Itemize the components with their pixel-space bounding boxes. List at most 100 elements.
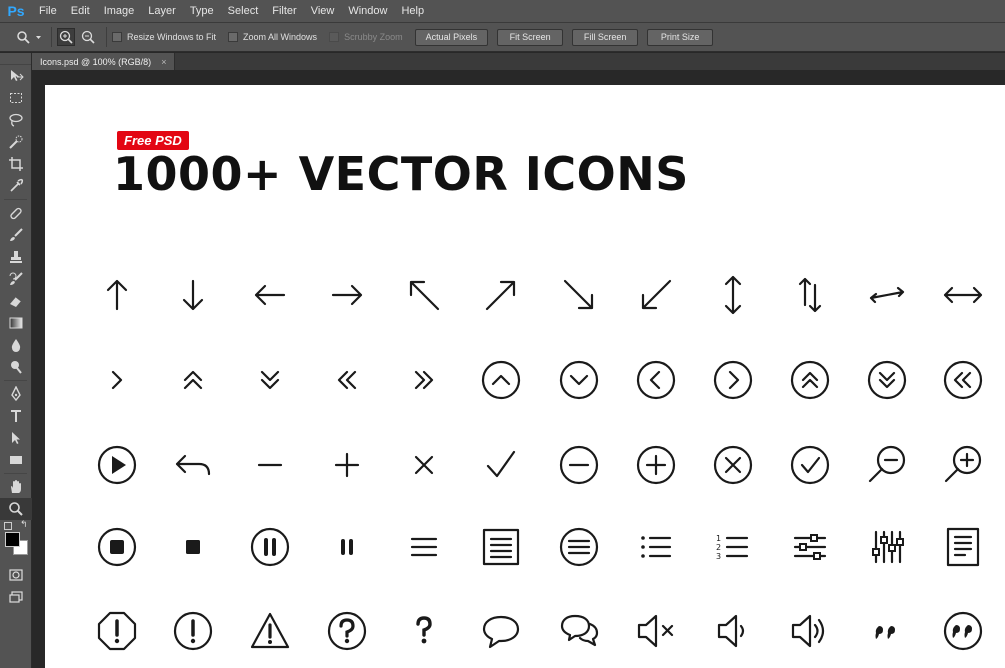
rectangle-tool-icon: [10, 456, 22, 464]
brush-tool-button[interactable]: [0, 224, 32, 246]
octagon-alert-icon: [97, 611, 137, 651]
print-size-button[interactable]: Print Size: [647, 28, 714, 46]
document-tab-title: Icons.psd @ 100% (RGB/8): [40, 56, 152, 67]
swap-colors-icon[interactable]: ↰: [20, 520, 28, 530]
lasso-tool-button[interactable]: [0, 109, 32, 131]
circle-chevron-up-icon: [481, 360, 521, 400]
speech-bubble-icon: [482, 615, 520, 649]
circle-stop-icon: [97, 527, 137, 567]
clone-stamp-tool-button[interactable]: [0, 246, 32, 268]
checkbox-label: Scrubby Zoom: [344, 32, 403, 42]
document-list-icon: [482, 528, 520, 566]
menu-select[interactable]: Select: [221, 0, 266, 23]
panel-grip[interactable]: [0, 53, 31, 65]
blur-tool-button[interactable]: [0, 334, 32, 356]
menu-help[interactable]: Help: [394, 0, 431, 23]
fit-screen-button[interactable]: Fit Screen: [497, 28, 564, 46]
circle-minus-icon: [559, 445, 599, 485]
checkbox-box[interactable]: [228, 32, 239, 42]
history-brush-tool-button[interactable]: [0, 268, 32, 290]
sliders-vertical-icon: [872, 530, 904, 564]
quote-icon: [875, 626, 895, 639]
marquee-tool-button[interactable]: [0, 87, 32, 109]
screen-mode-button[interactable]: [0, 586, 32, 608]
menu-type[interactable]: Type: [183, 0, 221, 23]
crop-tool-button[interactable]: [0, 153, 32, 175]
circle-question-icon: [327, 611, 367, 651]
photoshop-logo[interactable]: Ps: [0, 0, 32, 23]
zoom-in-icon: [944, 445, 982, 483]
circle-chevron-down-icon: [559, 360, 599, 400]
menu-icon: [410, 537, 438, 557]
circle-chevron-right-icon: [713, 360, 753, 400]
options-bar: Resize Windows to Fit Zoom All Windows Scr…: [0, 23, 1005, 52]
menu-view[interactable]: View: [304, 0, 342, 23]
zoom-tool-button[interactable]: [0, 498, 32, 520]
canvas-area[interactable]: Free PSD 1000+ VECTOR ICONS 123: [33, 70, 1005, 668]
quick-mask-icon: [9, 569, 23, 581]
actual-pixels-button[interactable]: Actual Pixels: [414, 28, 489, 46]
pen-tool-button[interactable]: [0, 383, 32, 405]
path-selection-tool-icon: [12, 432, 20, 444]
zoom-out-mode-button[interactable]: [79, 28, 97, 46]
gradient-tool-button[interactable]: [0, 312, 32, 334]
menu-image[interactable]: Image: [97, 0, 142, 23]
arrow-down-left-icon: [641, 279, 672, 310]
document-text-icon: [946, 527, 980, 567]
eyedropper-tool-button[interactable]: [0, 175, 32, 197]
hand-tool-icon: [11, 480, 21, 493]
fill-screen-button[interactable]: Fill Screen: [572, 28, 639, 46]
chevron-double-left-icon: [337, 370, 357, 390]
zoom-in-mode-button[interactable]: [57, 28, 75, 46]
quick-mask-button[interactable]: [0, 564, 32, 586]
type-tool-button[interactable]: [0, 405, 32, 427]
close-tab-icon[interactable]: ×: [161, 57, 166, 67]
menu-file[interactable]: File: [32, 0, 64, 23]
menu-layer[interactable]: Layer: [141, 0, 183, 23]
foreground-color-swatch[interactable]: [5, 532, 20, 547]
resize-windows-to-fit-checkbox[interactable]: Resize Windows to Fit: [112, 32, 216, 42]
menu-window[interactable]: Window: [341, 0, 394, 23]
path-selection-tool-button[interactable]: [0, 427, 32, 449]
healing-brush-tool-button[interactable]: [0, 202, 32, 224]
arrow-left-right-icon: [943, 286, 983, 304]
eyedropper-tool-icon: [10, 178, 24, 192]
menu-filter[interactable]: Filter: [265, 0, 303, 23]
zoom-all-windows-checkbox[interactable]: Zoom All Windows: [228, 32, 317, 42]
arrow-up-left-icon: [409, 280, 440, 311]
tool-preset-picker[interactable]: [16, 26, 46, 48]
eraser-tool-button[interactable]: [0, 290, 32, 312]
hand-tool-button[interactable]: [0, 476, 32, 498]
zoom-out-icon: [81, 30, 95, 44]
arrow-right-icon: [331, 284, 363, 306]
gradient-tool-icon: [9, 317, 23, 329]
scrubby-zoom-checkbox[interactable]: Scrubby Zoom: [329, 32, 403, 42]
document-tab[interactable]: Icons.psd @ 100% (RGB/8) ×: [32, 53, 176, 70]
chevron-double-up-icon: [183, 370, 203, 390]
speech-bubbles-icon: [560, 614, 599, 647]
move-tool-icon: [11, 70, 24, 81]
document-canvas[interactable]: Free PSD 1000+ VECTOR ICONS 123: [45, 85, 1005, 668]
crop-tool-icon: [9, 157, 23, 171]
stop-icon: [186, 540, 200, 554]
zoom-in-icon: [59, 30, 73, 44]
dodge-tool-button[interactable]: [0, 356, 32, 378]
speaker-icon: [717, 614, 745, 648]
move-tool-button[interactable]: [0, 65, 32, 87]
checkbox-box[interactable]: [329, 32, 340, 42]
circle-close-icon: [713, 445, 753, 485]
rectangle-tool-button[interactable]: [0, 449, 32, 471]
minus-icon: [257, 463, 283, 467]
separator: [4, 199, 27, 200]
menu-edit[interactable]: Edit: [64, 0, 97, 23]
lasso-tool-icon: [9, 113, 23, 127]
checkbox-box[interactable]: [112, 32, 122, 42]
chevron-double-down-icon: [260, 370, 280, 390]
arrow-up-icon: [106, 279, 128, 311]
reply-icon: [175, 454, 211, 476]
quick-selection-tool-button[interactable]: [0, 131, 32, 153]
default-colors-icon[interactable]: [4, 522, 12, 530]
arrows-left-right-swap-icon: [869, 286, 905, 304]
sliders-horizontal-icon: [793, 534, 827, 560]
arrow-left-icon: [254, 284, 286, 306]
